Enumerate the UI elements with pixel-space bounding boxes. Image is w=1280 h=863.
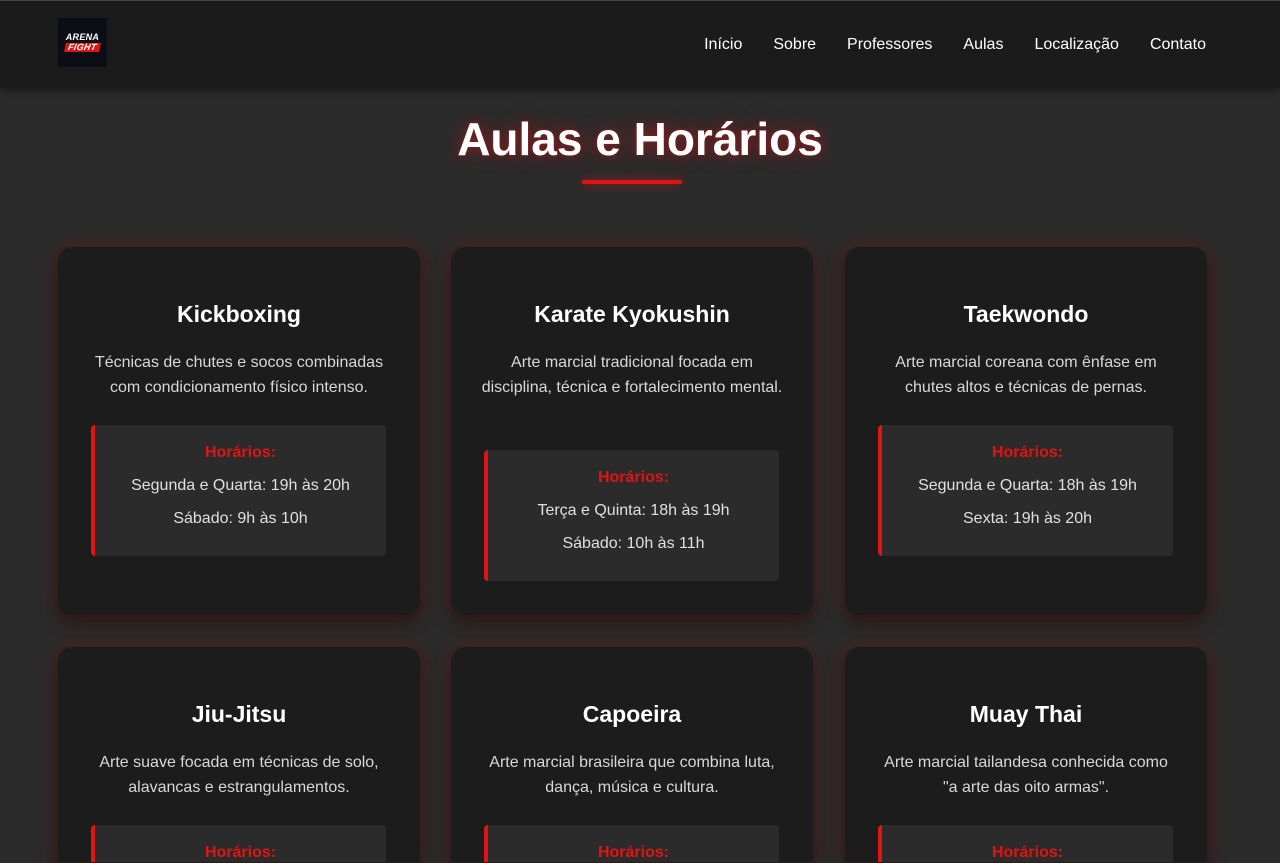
class-description: Arte marcial tailandesa conhecida como "… [884, 754, 1168, 796]
class-card-muay-thai: Muay Thai Arte marcial tailandesa conhec… [845, 647, 1207, 862]
arena-fight-logo[interactable]: ARENA FIGHT [58, 18, 107, 67]
class-card-jiu-jitsu: Jiu-Jitsu Arte suave focada em técnicas … [58, 647, 420, 862]
class-description: Arte marcial tradicional focada em disci… [481, 354, 783, 396]
title-underline [582, 180, 682, 184]
schedule-box: Horários: Segunda e Quarta: 19h às 20h S… [91, 425, 386, 556]
class-description: Técnicas de chutes e socos combinadas co… [94, 354, 384, 396]
schedule-line: Segunda e Quarta: 18h às 19h [918, 477, 1137, 494]
nav-link-sobre[interactable]: Sobre [773, 36, 816, 54]
section-title: Aulas e Horários [457, 113, 823, 165]
navbar: ARENA FIGHT Início Sobre Professores Aul… [0, 0, 1280, 88]
schedule-box: Horários: Terça e Quinta: 18h às 19h Sáb… [484, 450, 779, 581]
class-description: Arte suave focada em técnicas de solo, a… [99, 754, 379, 796]
logo-text-bottom: FIGHT [64, 42, 101, 52]
class-card-capoeira: Capoeira Arte marcial brasileira que com… [451, 647, 813, 862]
schedule-box: Horários: [484, 825, 779, 862]
main-nav: Início Sobre Professores Aulas Localizaç… [704, 1, 1206, 89]
schedule-line: Sábado: 9h às 10h [173, 510, 308, 527]
nav-link-contato[interactable]: Contato [1150, 36, 1206, 54]
schedule-label: Horários: [597, 469, 670, 486]
schedule-box: Horários: [91, 825, 386, 862]
class-title: Muay Thai [969, 701, 1083, 727]
nav-link-localizacao[interactable]: Localização [1034, 36, 1119, 54]
schedule-box: Horários: Segunda e Quarta: 18h às 19h S… [878, 425, 1173, 556]
class-title: Karate Kyokushin [534, 301, 730, 327]
schedule-box: Horários: [878, 825, 1173, 862]
nav-link-professores[interactable]: Professores [847, 36, 932, 54]
logo-text-top: ARENA [65, 32, 100, 42]
class-title: Capoeira [582, 701, 682, 727]
class-card-karate-kyokushin: Karate Kyokushin Arte marcial tradiciona… [451, 247, 813, 615]
class-description: Arte marcial coreana com ênfase em chute… [895, 354, 1157, 396]
class-card-taekwondo: Taekwondo Arte marcial coreana com ênfas… [845, 247, 1207, 615]
class-card-kickboxing: Kickboxing Técnicas de chutes e socos co… [58, 247, 420, 615]
schedule-label: Horários: [204, 844, 277, 861]
nav-link-aulas[interactable]: Aulas [963, 36, 1003, 54]
class-title: Kickboxing [177, 301, 301, 327]
class-title: Jiu-Jitsu [191, 701, 287, 727]
schedule-label: Horários: [991, 844, 1064, 861]
schedule-label: Horários: [204, 444, 277, 461]
schedule-label: Horários: [991, 444, 1064, 461]
schedule-line: Terça e Quinta: 18h às 19h [537, 502, 730, 519]
schedule-label: Horários: [597, 844, 670, 861]
schedule-line: Sábado: 10h às 11h [562, 535, 705, 552]
class-title: Taekwondo [963, 301, 1089, 327]
nav-link-inicio[interactable]: Início [704, 36, 742, 54]
schedule-line: Sexta: 19h às 20h [963, 510, 1092, 527]
class-description: Arte marcial brasileira que combina luta… [489, 754, 775, 796]
schedule-line: Segunda e Quarta: 19h às 20h [131, 477, 350, 494]
